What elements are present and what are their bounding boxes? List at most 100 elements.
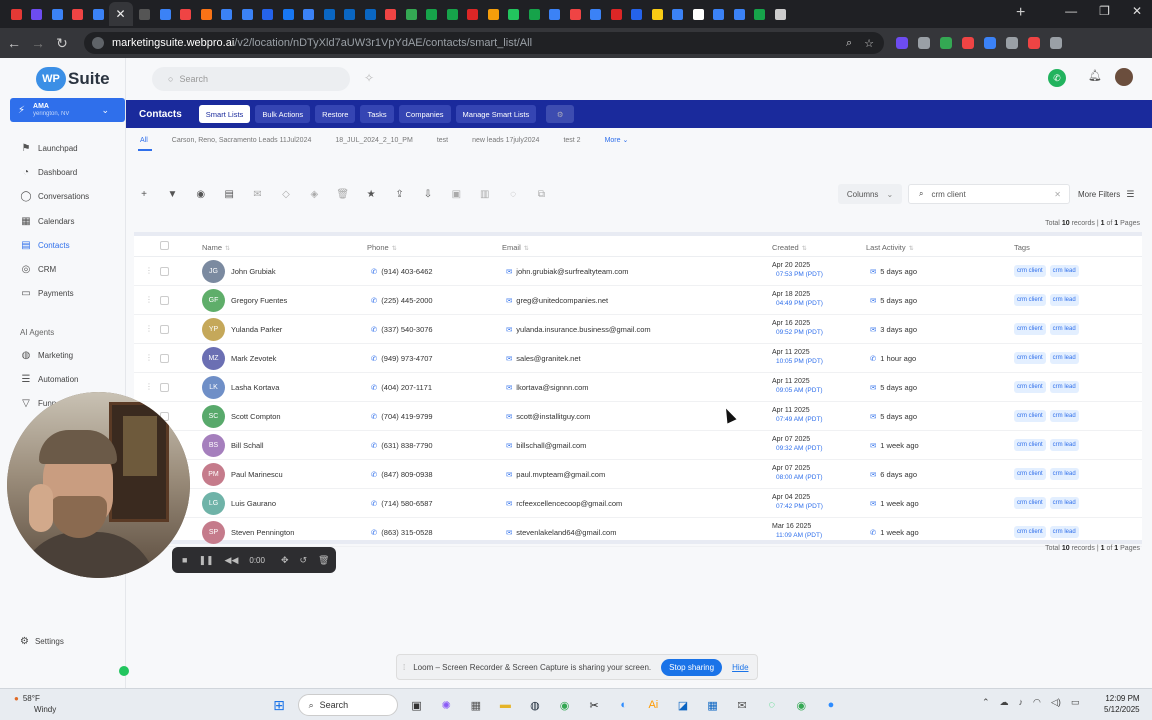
message-icon[interactable]: ▤ [219, 184, 239, 204]
battery-icon[interactable]: ▭ [1071, 697, 1080, 708]
contact-email[interactable]: ✉ greg@unitedcompanies.net [506, 296, 608, 305]
table-row[interactable]: ⋮SPSteven Pennington✆(863) 315-0528✉stev… [134, 518, 1142, 547]
volume-icon[interactable]: ◁) [1051, 697, 1061, 708]
contact-phone[interactable]: ✆ (225) 445-2000 [371, 296, 433, 305]
tag-add-icon[interactable]: ◇ [276, 184, 296, 204]
reload-icon[interactable]: ↻ [50, 35, 74, 52]
site-info-icon[interactable] [92, 37, 104, 49]
subnav-bulk-actions-button[interactable]: Bulk Actions [255, 105, 311, 123]
webcam-bubble[interactable] [7, 392, 190, 578]
sort-icon[interactable]: ⇅ [392, 246, 397, 252]
row-checkbox[interactable] [160, 325, 169, 334]
tab-smart-list[interactable]: Carson, Reno, Sacramento Leads 11Jul2024 [172, 137, 312, 144]
bookmark-star-icon[interactable]: ☆ [864, 37, 874, 50]
sidebar-item-dashboard[interactable]: ◔ Dashboard [20, 160, 89, 184]
windows-start-icon[interactable]: ⊞ [268, 694, 290, 716]
browser-tab[interactable] [770, 4, 790, 24]
row-checkbox[interactable] [160, 383, 169, 392]
select-all-checkbox[interactable] [160, 241, 169, 250]
tag-badge[interactable]: crm lead [1049, 526, 1079, 538]
extension-icon[interactable] [940, 37, 952, 49]
sidebar-item-crm[interactable]: ◎ CRM [20, 257, 89, 281]
contact-name[interactable]: Mark Zevotek [231, 354, 276, 363]
browser-tab[interactable] [135, 4, 155, 24]
contact-name[interactable]: Gregory Fuentes [231, 296, 287, 305]
star-icon[interactable]: ★ [361, 184, 381, 204]
column-header-last-activity[interactable]: Last Activity ⇅ [866, 243, 914, 252]
location-switcher[interactable]: ⚡ AMA yerington, NV ⌄ [10, 98, 125, 122]
contact-name[interactable]: Steven Pennington [231, 528, 294, 537]
filter-icon[interactable]: ▼ [162, 184, 182, 204]
browser-tab[interactable] [88, 4, 108, 24]
contact-name[interactable]: Yulanda Parker [231, 325, 282, 334]
subnav-restore-button[interactable]: Restore [315, 105, 356, 123]
copilot-icon[interactable]: ✺ [435, 694, 457, 716]
task-view-icon[interactable]: ▣ [406, 694, 428, 716]
browser-tab[interactable] [524, 4, 544, 24]
browser-tab[interactable] [278, 4, 298, 24]
taskbar-search[interactable]: ⌕ Search [297, 694, 398, 716]
sidebar-item-conversations[interactable]: ◯ Conversations [20, 185, 89, 209]
contact-phone[interactable]: ✆ (404) 207-1171 [371, 383, 432, 392]
whatsapp-app-icon[interactable]: ◌ [761, 694, 783, 716]
avatar[interactable] [1115, 68, 1133, 86]
stats-icon[interactable]: ▥ [475, 184, 495, 204]
tag-badge[interactable]: crm lead [1049, 439, 1079, 451]
drag-handle-icon[interactable]: ⋮ [145, 295, 153, 304]
subnav-tasks-button[interactable]: Tasks [360, 105, 394, 123]
back-icon[interactable]: ← [2, 35, 26, 51]
row-checkbox[interactable] [160, 296, 169, 305]
export-icon[interactable]: ⇪ [390, 184, 410, 204]
phone-icon[interactable]: ✆ [1048, 69, 1066, 87]
subnav-manage-smart-lists-button[interactable]: Manage Smart Lists [455, 105, 537, 123]
table-row[interactable]: ⋮SCScott Compton✆(704) 419-9799✉scott@in… [134, 402, 1142, 431]
magic-wand-icon[interactable]: ✧ [364, 71, 374, 85]
contact-phone[interactable]: ✆ (863) 315-0528 [371, 528, 433, 537]
lock-icon[interactable]: ▣ [446, 184, 466, 204]
table-row[interactable]: ⋮LGLuis Gaurano✆(714) 580-6587✉rcfeexcel… [134, 489, 1142, 518]
tag-badge[interactable]: crm lead [1049, 468, 1079, 480]
columns-button[interactable]: Columns ⌄ [838, 184, 902, 204]
pause-icon[interactable]: ❚❚ [198, 555, 213, 566]
contact-phone[interactable]: ✆ (847) 809-0938 [371, 470, 433, 479]
close-window-icon[interactable]: ✕ [1132, 4, 1142, 18]
contact-name[interactable]: Lasha Kortava [231, 383, 279, 392]
tag-badge[interactable]: crm lead [1049, 497, 1079, 509]
extension-icon[interactable] [918, 37, 930, 49]
browser-tab[interactable] [299, 4, 319, 24]
contact-email[interactable]: ✉ john.grubiak@surfrealtyteam.com [506, 267, 629, 276]
active-tab[interactable]: ✕ [108, 2, 133, 26]
contact-email[interactable]: ✉ billschall@gmail.com [506, 441, 586, 450]
browser-tab[interactable] [6, 4, 26, 24]
browser-tab[interactable] [176, 4, 196, 24]
calculator-icon[interactable]: ▦ [465, 694, 487, 716]
column-header-phone[interactable]: Phone ⇅ [367, 243, 397, 252]
browser-tab[interactable] [483, 4, 503, 24]
extension-icon[interactable] [962, 37, 974, 49]
table-row[interactable]: ⋮PMPaul Marinescu✆(847) 809-0938✉paul.mv… [134, 460, 1142, 489]
drag-handle-icon[interactable]: ⋮ [145, 353, 153, 362]
forward-icon[interactable]: → [26, 35, 50, 51]
tab-smart-list[interactable]: 18_JUL_2024_2_10_PM [335, 137, 412, 144]
tag-badge[interactable]: crm client [1014, 410, 1046, 422]
more-filters-button[interactable]: More Filters ☰ [1078, 184, 1144, 204]
sidebar-item-automation[interactable]: ☰ Automation [20, 367, 79, 391]
browser-tab[interactable] [27, 4, 47, 24]
table-row[interactable]: ⋮ MZ Mark Zevotek ✆ (949) 973-4707 ✉ sales@gra… [134, 344, 1142, 373]
tag-badge[interactable]: crm lead [1049, 410, 1079, 422]
browser-tab[interactable] [442, 4, 462, 24]
contact-phone[interactable]: ✆ (949) 973-4707 [371, 354, 433, 363]
restart-icon[interactable]: ↺ [300, 555, 308, 566]
new-tab-button[interactable]: + [1016, 4, 1025, 22]
drag-handle-icon[interactable]: ⋮ [145, 266, 153, 275]
browser-tab[interactable] [750, 4, 770, 24]
tab-smart-list[interactable]: test 2 [563, 137, 580, 144]
contact-phone[interactable]: ✆ (337) 540-3076 [371, 325, 433, 334]
subnav-companies-button[interactable]: Companies [398, 105, 451, 123]
trash-icon[interactable]: 🗑︎ [333, 184, 353, 204]
copy-icon[interactable]: ⧉ [531, 184, 551, 204]
browser-tab[interactable] [627, 4, 647, 24]
drag-handle-icon[interactable]: ⁞ [403, 663, 405, 672]
rewind-icon[interactable]: ◀◀ [225, 555, 239, 566]
tab-smart-list[interactable]: new leads 17july2024 [472, 137, 539, 144]
